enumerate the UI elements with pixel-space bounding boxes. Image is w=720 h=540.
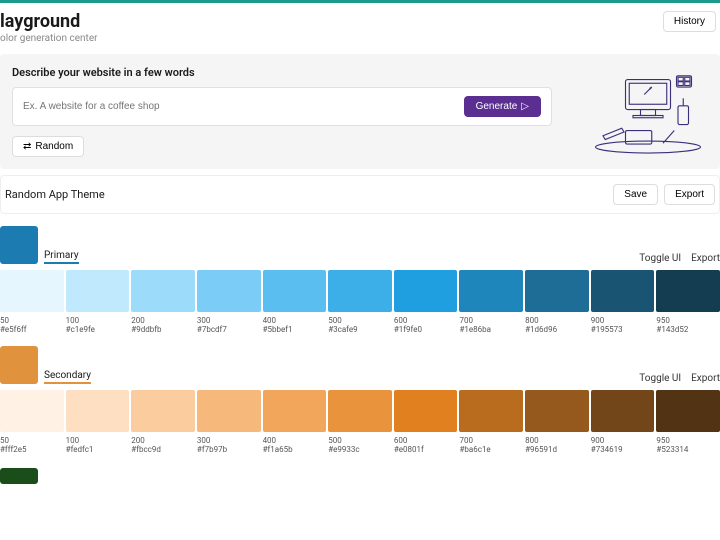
swatch[interactable]: 50#fff2e5 bbox=[0, 390, 64, 454]
swatch-hex: #3cafe9 bbox=[328, 325, 392, 334]
swatch-step: 100 bbox=[66, 316, 130, 325]
theme-name: Random App Theme bbox=[5, 188, 105, 201]
page-title: layground bbox=[0, 11, 98, 32]
swatch-hex: #f1a65b bbox=[263, 445, 327, 454]
swatch-step: 500 bbox=[328, 436, 392, 445]
swatch-hex: #e9933c bbox=[328, 445, 392, 454]
history-button[interactable]: History bbox=[663, 11, 716, 32]
swatch-hex: #734619 bbox=[591, 445, 655, 454]
swatch[interactable]: 700#1e86ba bbox=[459, 270, 523, 334]
swatch-hex: #c1e9fe bbox=[66, 325, 130, 334]
palette-export-button[interactable]: Export bbox=[691, 373, 720, 384]
swatch-step: 700 bbox=[459, 436, 523, 445]
prompt-panel: Describe your website in a few words Gen… bbox=[0, 54, 720, 169]
palette-name: Primary bbox=[44, 250, 79, 264]
swatch-step: 500 bbox=[328, 316, 392, 325]
swatch-step: 50 bbox=[0, 316, 64, 325]
swatch[interactable]: 300#f7b97b bbox=[197, 390, 261, 454]
toggle-ui-button[interactable]: Toggle UI bbox=[639, 253, 681, 264]
palette-key-swatch[interactable] bbox=[0, 346, 38, 384]
swatch[interactable]: 100#c1e9fe bbox=[66, 270, 130, 334]
swatch[interactable]: 800#96591d bbox=[525, 390, 589, 454]
swatch-hex: #96591d bbox=[525, 445, 589, 454]
swatch-hex: #1d6d96 bbox=[525, 325, 589, 334]
swatch-hex: #e0801f bbox=[394, 445, 458, 454]
swatch-step: 400 bbox=[263, 436, 327, 445]
swatch-hex: #fff2e5 bbox=[0, 445, 64, 454]
swatch-step: 900 bbox=[591, 436, 655, 445]
swatch[interactable]: 950#143d52 bbox=[656, 270, 720, 334]
palette-export-button[interactable]: Export bbox=[691, 253, 720, 264]
swatch[interactable]: 600#e0801f bbox=[394, 390, 458, 454]
swatch[interactable]: 100#fedfc1 bbox=[66, 390, 130, 454]
swatch-hex: #143d52 bbox=[656, 325, 720, 334]
swatch-step: 200 bbox=[131, 436, 195, 445]
swatch-hex: #ba6c1e bbox=[459, 445, 523, 454]
swatch-hex: #fedfc1 bbox=[66, 445, 130, 454]
prompt-input[interactable] bbox=[23, 101, 464, 112]
toggle-ui-button[interactable]: Toggle UI bbox=[639, 373, 681, 384]
swatch[interactable]: 300#7bcdf7 bbox=[197, 270, 261, 334]
swatch-hex: #523314 bbox=[656, 445, 720, 454]
swatch-step: 100 bbox=[66, 436, 130, 445]
swatch-hex: #195573 bbox=[591, 325, 655, 334]
save-button[interactable]: Save bbox=[613, 184, 658, 205]
swatch[interactable]: 400#5bbef1 bbox=[263, 270, 327, 334]
swatch-step: 400 bbox=[263, 316, 327, 325]
swatch[interactable]: 800#1d6d96 bbox=[525, 270, 589, 334]
swatch[interactable]: 500#e9933c bbox=[328, 390, 392, 454]
next-palette-key-swatch[interactable] bbox=[0, 468, 38, 484]
swatch-step: 50 bbox=[0, 436, 64, 445]
swatch[interactable]: 600#1f9fe0 bbox=[394, 270, 458, 334]
swatch[interactable]: 400#f1a65b bbox=[263, 390, 327, 454]
swatch-step: 900 bbox=[591, 316, 655, 325]
swatch-step: 600 bbox=[394, 436, 458, 445]
swatch-hex: #f7b97b bbox=[197, 445, 261, 454]
swatch-hex: #fbcc9d bbox=[131, 445, 195, 454]
palette-name: Secondary bbox=[44, 370, 91, 384]
swatch-step: 950 bbox=[656, 436, 720, 445]
illustration bbox=[588, 62, 708, 157]
page-subtitle: olor generation center bbox=[0, 33, 98, 44]
swatch-hex: #9ddbfb bbox=[131, 325, 195, 334]
swatch-step: 950 bbox=[656, 316, 720, 325]
swatch-hex: #1e86ba bbox=[459, 325, 523, 334]
swatch-step: 600 bbox=[394, 316, 458, 325]
swatch[interactable]: 500#3cafe9 bbox=[328, 270, 392, 334]
generate-button[interactable]: Generate ▷ bbox=[464, 96, 541, 117]
swatch-step: 800 bbox=[525, 436, 589, 445]
swatch-step: 700 bbox=[459, 316, 523, 325]
palette-key-swatch[interactable] bbox=[0, 226, 38, 264]
swatch-hex: #7bcdf7 bbox=[197, 325, 261, 334]
swatch-hex: #e5f6ff bbox=[0, 325, 64, 334]
swatch-step: 800 bbox=[525, 316, 589, 325]
swatch-hex: #5bbef1 bbox=[263, 325, 327, 334]
send-icon: ▷ bbox=[521, 101, 529, 112]
swatch[interactable]: 900#734619 bbox=[591, 390, 655, 454]
swatch[interactable]: 900#195573 bbox=[591, 270, 655, 334]
random-button[interactable]: ⇄ Random bbox=[12, 136, 84, 157]
shuffle-icon: ⇄ bbox=[23, 141, 31, 152]
export-button[interactable]: Export bbox=[664, 184, 715, 205]
swatch[interactable]: 700#ba6c1e bbox=[459, 390, 523, 454]
swatch-step: 200 bbox=[131, 316, 195, 325]
swatch[interactable]: 200#fbcc9d bbox=[131, 390, 195, 454]
theme-bar: Random App Theme Save Export bbox=[0, 175, 720, 214]
swatch-step: 300 bbox=[197, 436, 261, 445]
swatch[interactable]: 50#e5f6ff bbox=[0, 270, 64, 334]
swatch[interactable]: 950#523314 bbox=[656, 390, 720, 454]
swatch[interactable]: 200#9ddbfb bbox=[131, 270, 195, 334]
swatch-step: 300 bbox=[197, 316, 261, 325]
swatch-hex: #1f9fe0 bbox=[394, 325, 458, 334]
